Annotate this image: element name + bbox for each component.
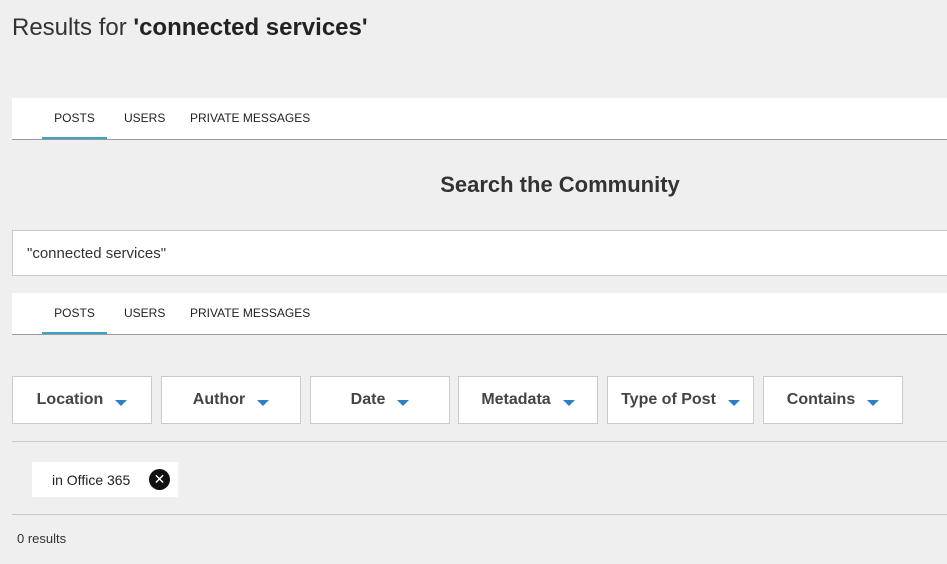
active-filter-chip: in Office 365 ✕: [32, 462, 178, 497]
divider: [12, 514, 947, 515]
filter-metadata-button[interactable]: Metadata: [458, 376, 598, 424]
close-circle-icon[interactable]: ✕: [149, 469, 170, 490]
tab-private-messages[interactable]: PRIVATE MESSAGES: [190, 98, 310, 139]
tab-posts[interactable]: POSTS: [42, 293, 107, 334]
search-results-page: Results for 'connected services' POSTS U…: [0, 0, 947, 564]
tabs-top: POSTS USERS PRIVATE MESSAGES: [12, 98, 947, 140]
filter-date-button[interactable]: Date: [310, 376, 450, 424]
tab-users[interactable]: USERS: [124, 98, 165, 139]
tab-posts[interactable]: POSTS: [42, 98, 107, 139]
filter-label: Date: [350, 391, 386, 408]
caret-down-icon: [727, 400, 740, 406]
caret-down-icon: [867, 400, 880, 406]
search-title: Search the Community: [440, 172, 680, 197]
filter-label: Metadata: [481, 391, 551, 408]
tab-private-messages[interactable]: PRIVATE MESSAGES: [190, 293, 310, 334]
page-title: Results for 'connected services': [12, 14, 368, 42]
tabs-bottom: POSTS USERS PRIVATE MESSAGES: [12, 293, 947, 335]
caret-down-icon: [257, 400, 270, 406]
filter-label: Contains: [786, 391, 856, 408]
filter-label: Location: [36, 391, 104, 408]
active-filter-label: in Office 365: [52, 471, 131, 488]
tab-users[interactable]: USERS: [124, 293, 165, 334]
filter-label: Type of Post: [621, 391, 716, 408]
filter-author-button[interactable]: Author: [161, 376, 301, 424]
caret-down-icon: [115, 400, 128, 406]
filter-contains-button[interactable]: Contains: [763, 376, 903, 424]
caret-down-icon: [562, 400, 575, 406]
filter-label: Author: [192, 391, 246, 408]
caret-down-icon: [397, 400, 410, 406]
search-input[interactable]: [12, 230, 947, 276]
divider: [12, 441, 947, 442]
results-prefix: Results for: [12, 14, 134, 41]
results-query: 'connected services': [133, 14, 368, 41]
filter-type-of-post-button[interactable]: Type of Post: [607, 376, 754, 424]
filter-location-button[interactable]: Location: [12, 376, 152, 424]
results-count: 0 results: [17, 531, 67, 546]
